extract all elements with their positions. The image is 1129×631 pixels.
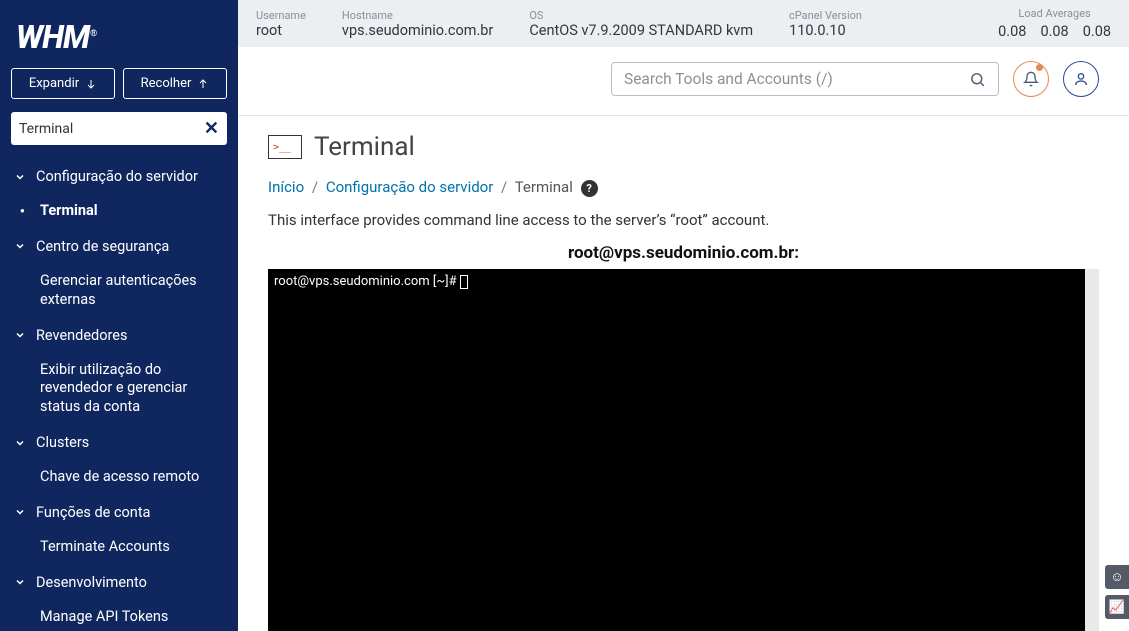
main: Username root Hostname vps.seudominio.co… [238, 0, 1129, 631]
search-icon[interactable] [969, 71, 986, 88]
meta-load-averages: Load Averages 0.08 0.08 0.08 [998, 7, 1111, 40]
logo-text: WHM® [16, 18, 96, 56]
help-icon[interactable]: ? [581, 180, 598, 197]
chevron-down-icon [14, 506, 28, 518]
chevron-down-icon [14, 329, 28, 341]
meta-cpanel-version: cPanel Version 110.0.10 [789, 9, 862, 39]
nav-group-clusters[interactable]: Clusters [0, 425, 238, 460]
logo: WHM® [0, 0, 238, 68]
sidebar-search[interactable]: ✕ [11, 112, 227, 145]
nav-group-resellers[interactable]: Revendedores [0, 318, 238, 353]
user-icon [1073, 71, 1089, 87]
sidebar: WHM® Expandir Recolher ✕ Configuração do… [0, 0, 238, 631]
nav-group-label: Revendedores [36, 327, 127, 344]
bell-icon [1023, 71, 1039, 87]
nav-group-label: Configuração do servidor [36, 168, 198, 185]
nav-group-account-functions[interactable]: Funções de conta [0, 495, 238, 530]
nav-item-manage-api-tokens[interactable]: Manage API Tokens [0, 600, 238, 631]
chevron-down-icon [14, 240, 28, 252]
chart-icon: 📈 [1109, 600, 1125, 615]
chevron-down-icon [14, 171, 28, 183]
page-description: This interface provides command line acc… [268, 211, 1099, 229]
nav-group-server-config[interactable]: Configuração do servidor [0, 159, 238, 194]
global-search[interactable] [611, 62, 999, 96]
floating-buttons: ☺ 📈 [1105, 565, 1129, 619]
page-title: Terminal [314, 132, 415, 162]
nav: Configuração do servidor Terminal Centro… [0, 159, 238, 631]
terminal-cursor-icon [460, 275, 468, 289]
notification-dot-icon [1036, 64, 1043, 71]
nav-item-external-auth[interactable]: Gerenciar autenticações externas [0, 264, 238, 318]
global-search-input[interactable] [624, 70, 969, 88]
nav-group-label: Desenvolvimento [36, 574, 147, 591]
breadcrumb-category[interactable]: Configuração do servidor [326, 178, 494, 196]
content: >__ Terminal Início / Configuração do se… [238, 116, 1129, 631]
nav-group-development[interactable]: Desenvolvimento [0, 565, 238, 600]
arrow-up-icon [197, 78, 209, 90]
collapse-button[interactable]: Recolher [123, 68, 227, 99]
nav-group-label: Centro de segurança [36, 238, 169, 255]
nav-item-terminal[interactable]: Terminal [0, 194, 238, 229]
clear-search-icon[interactable]: ✕ [204, 118, 219, 139]
stats-button[interactable]: 📈 [1105, 595, 1129, 619]
arrow-down-icon [85, 78, 97, 90]
collapse-label: Recolher [141, 76, 192, 91]
terminal-console[interactable]: root@vps.seudominio.com [~]# [268, 269, 1085, 631]
chevron-down-icon [14, 576, 28, 588]
meta-hostname: Hostname vps.seudominio.com.br [342, 9, 493, 39]
breadcrumb-current: Terminal [515, 178, 573, 196]
meta-os: OS CentOS v7.9.2009 STANDARD kvm [529, 9, 753, 39]
terminal-title: root@vps.seudominio.com.br: [268, 243, 1099, 263]
user-menu-button[interactable] [1063, 61, 1099, 97]
expand-label: Expandir [29, 76, 79, 91]
terminal-scrollbar[interactable] [1085, 269, 1099, 631]
smiley-icon: ☺ [1110, 569, 1123, 585]
load-3: 0.08 [1083, 23, 1111, 40]
nav-group-label: Clusters [36, 434, 89, 451]
nav-item-terminate-accounts[interactable]: Terminate Accounts [0, 530, 238, 565]
breadcrumb: Início / Configuração do servidor / Term… [268, 178, 1099, 197]
meta-username: Username root [256, 9, 306, 39]
notifications-button[interactable] [1013, 61, 1049, 97]
nav-group-label: Funções de conta [36, 504, 150, 521]
terminal-page-icon: >__ [268, 135, 302, 159]
chevron-down-icon [14, 437, 28, 449]
load-2: 0.08 [1040, 23, 1068, 40]
terminal-prompt: root@vps.seudominio.com [~]# [274, 274, 460, 289]
expand-button[interactable]: Expandir [11, 68, 115, 99]
nav-item-reseller-usage[interactable]: Exibir utilização do revendedor e gerenc… [0, 353, 238, 426]
header-bar [238, 47, 1129, 116]
sidebar-search-input[interactable] [19, 121, 204, 137]
breadcrumb-home[interactable]: Início [268, 178, 304, 196]
topbar: Username root Hostname vps.seudominio.co… [238, 0, 1129, 47]
nav-item-remote-access-key[interactable]: Chave de acesso remoto [0, 460, 238, 495]
feedback-button[interactable]: ☺ [1105, 565, 1129, 589]
nav-group-security[interactable]: Centro de segurança [0, 229, 238, 264]
load-1: 0.08 [998, 23, 1026, 40]
